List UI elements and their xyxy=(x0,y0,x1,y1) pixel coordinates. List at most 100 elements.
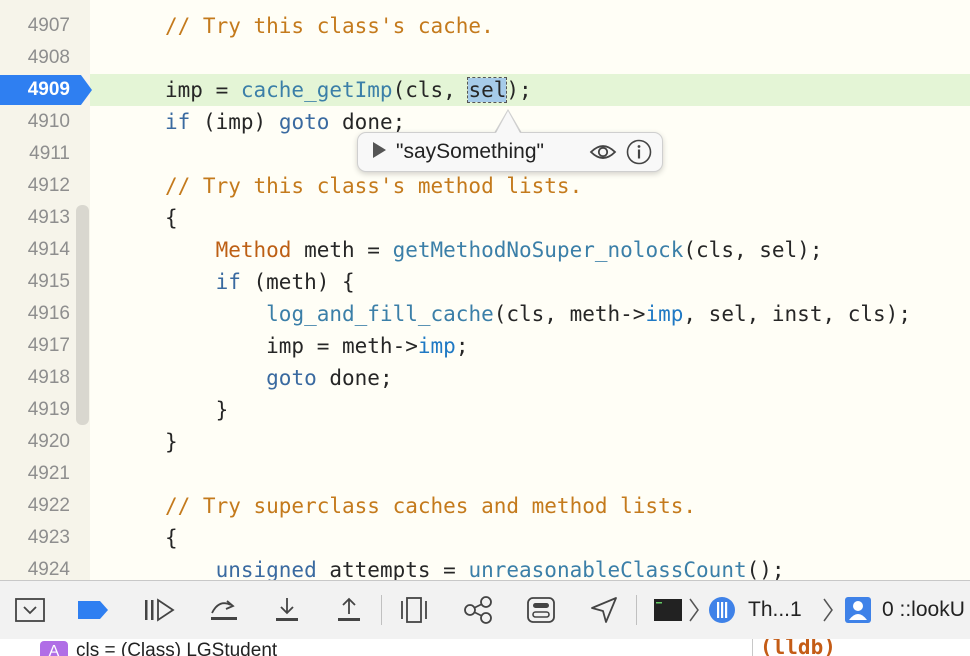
code-token: , sel, inst, cls); xyxy=(683,302,911,326)
memory-graph-icon[interactable] xyxy=(462,595,494,625)
code-token: goto xyxy=(266,366,317,390)
code-token: meth = xyxy=(291,238,393,262)
line-number[interactable]: 4907 xyxy=(0,10,70,42)
code-line[interactable]: } xyxy=(165,426,178,458)
view-hierarchy-icon[interactable] xyxy=(398,595,430,625)
breadcrumb-chevron-icon xyxy=(822,595,834,625)
debug-area: A cls = (Class) LGStudent (lldb) xyxy=(0,639,970,656)
code-line[interactable]: log_and_fill_cache(cls, meth->imp, sel, … xyxy=(165,298,911,330)
lldb-prompt[interactable]: (lldb) xyxy=(760,639,836,656)
step-out-icon[interactable] xyxy=(334,595,364,625)
pane-divider[interactable] xyxy=(752,639,753,656)
code-token: if xyxy=(215,270,241,294)
code-token: (); xyxy=(746,558,785,580)
toolbar-separator xyxy=(381,595,382,625)
code-line[interactable]: } xyxy=(165,394,229,426)
line-number[interactable]: 4914 xyxy=(0,234,70,266)
code-line[interactable]: { xyxy=(165,522,178,554)
simulate-location-icon[interactable] xyxy=(588,595,620,625)
variable-quicklook-popover[interactable]: "saySomething" xyxy=(357,132,663,172)
code-token: (cls, xyxy=(392,78,469,102)
code-line[interactable]: { xyxy=(165,202,178,234)
code-token: imp xyxy=(417,334,456,358)
code-token: ; xyxy=(455,334,469,358)
line-number[interactable]: 4908 xyxy=(0,42,70,74)
code-token: unsigned xyxy=(215,558,317,580)
breadcrumb-chevron-icon xyxy=(688,595,700,625)
line-number[interactable]: 4923 xyxy=(0,522,70,554)
step-over-icon[interactable] xyxy=(207,595,241,625)
code-line[interactable]: // Try this class's method lists. xyxy=(165,170,582,202)
line-number[interactable]: 4917 xyxy=(0,330,70,362)
code-token: imp = xyxy=(165,78,241,102)
code-token: log_and_fill_cache xyxy=(266,302,494,326)
code-token: } xyxy=(165,398,229,422)
line-number[interactable]: 4924 xyxy=(0,554,70,580)
code-line[interactable]: // Try this class's cache. xyxy=(165,10,494,42)
line-number[interactable]: 4918 xyxy=(0,362,70,394)
thread-label[interactable]: Th...1 xyxy=(748,597,802,623)
code-token: (cls, sel); xyxy=(683,238,823,262)
eye-icon[interactable] xyxy=(589,141,617,163)
code-token: (imp) xyxy=(190,110,279,134)
code-token: ); xyxy=(506,78,532,102)
gutter-scroll-indicator xyxy=(76,205,89,425)
popover-value: "saySomething" xyxy=(396,140,544,163)
stack-frame-label[interactable]: 0 ::lookU xyxy=(882,597,965,623)
code-token: } xyxy=(165,430,178,454)
stack-frame-user-icon[interactable] xyxy=(843,595,873,625)
code-token: // Try this class's method lists. xyxy=(165,174,583,198)
code-line[interactable]: imp = cache_getImp(cls, sel); xyxy=(165,74,532,106)
code-token: imp xyxy=(645,302,684,326)
code-token: Method xyxy=(215,238,292,262)
code-token: if xyxy=(165,110,191,134)
code-token: // Try this class's cache. xyxy=(165,14,494,38)
code-token: goto xyxy=(278,110,330,134)
code-line[interactable]: // Try superclass caches and method list… xyxy=(165,490,696,522)
line-number[interactable]: 4910 xyxy=(0,106,70,138)
line-number[interactable]: 4911 xyxy=(0,138,70,170)
code-token: (meth) { xyxy=(240,270,355,294)
terminal-process-icon[interactable] xyxy=(652,595,684,625)
code-line[interactable]: unsigned attempts = unreasonableClassCou… xyxy=(165,554,785,580)
code-token: getMethodNoSuper_nolock xyxy=(392,238,684,262)
line-number[interactable]: 4920 xyxy=(0,426,70,458)
line-number[interactable]: 4916 xyxy=(0,298,70,330)
toolbar-separator xyxy=(636,595,637,625)
line-number[interactable]: 4919 xyxy=(0,394,70,426)
variable-row[interactable]: cls = (Class) LGStudent xyxy=(76,640,277,656)
code-line[interactable]: if (meth) { xyxy=(165,266,355,298)
line-number[interactable]: 4915 xyxy=(0,266,70,298)
code-token: // Try superclass caches and method list… xyxy=(165,494,697,518)
code-token: { xyxy=(165,206,178,230)
line-number[interactable]: 4912 xyxy=(0,170,70,202)
line-number[interactable]: 4922 xyxy=(0,490,70,522)
code-token: { xyxy=(165,526,178,550)
line-number[interactable]: 4913 xyxy=(0,202,70,234)
line-number[interactable]: 4921 xyxy=(0,458,70,490)
variable-kind-badge: A xyxy=(40,641,68,656)
info-icon[interactable] xyxy=(626,139,652,165)
environment-overrides-icon[interactable] xyxy=(525,595,557,625)
selected-token[interactable]: sel xyxy=(467,77,508,103)
continue-icon[interactable] xyxy=(142,595,176,625)
code-line[interactable]: Method meth = getMethodNoSuper_nolock(cl… xyxy=(165,234,823,266)
code-line[interactable]: imp = meth->imp; xyxy=(165,330,468,362)
breakpoint-line-number: 4909 xyxy=(27,79,70,100)
code-token: imp = meth-> xyxy=(165,334,418,358)
code-line[interactable]: goto done; xyxy=(165,362,392,394)
breakpoints-toggle-icon[interactable] xyxy=(76,595,110,625)
play-icon[interactable] xyxy=(373,142,386,158)
thread-icon[interactable] xyxy=(706,595,738,625)
source-editor[interactable]: 4907 4908 4910 4911 4912 4913 4914 4915 4916 4917… xyxy=(0,0,970,580)
hide-debug-area-icon[interactable] xyxy=(14,595,46,625)
step-into-icon[interactable] xyxy=(272,595,302,625)
code-token: attempts = xyxy=(316,558,469,580)
debug-toolbar: Th...1 0 ::lookU xyxy=(0,580,970,640)
popover-arrow-fill xyxy=(496,111,520,133)
